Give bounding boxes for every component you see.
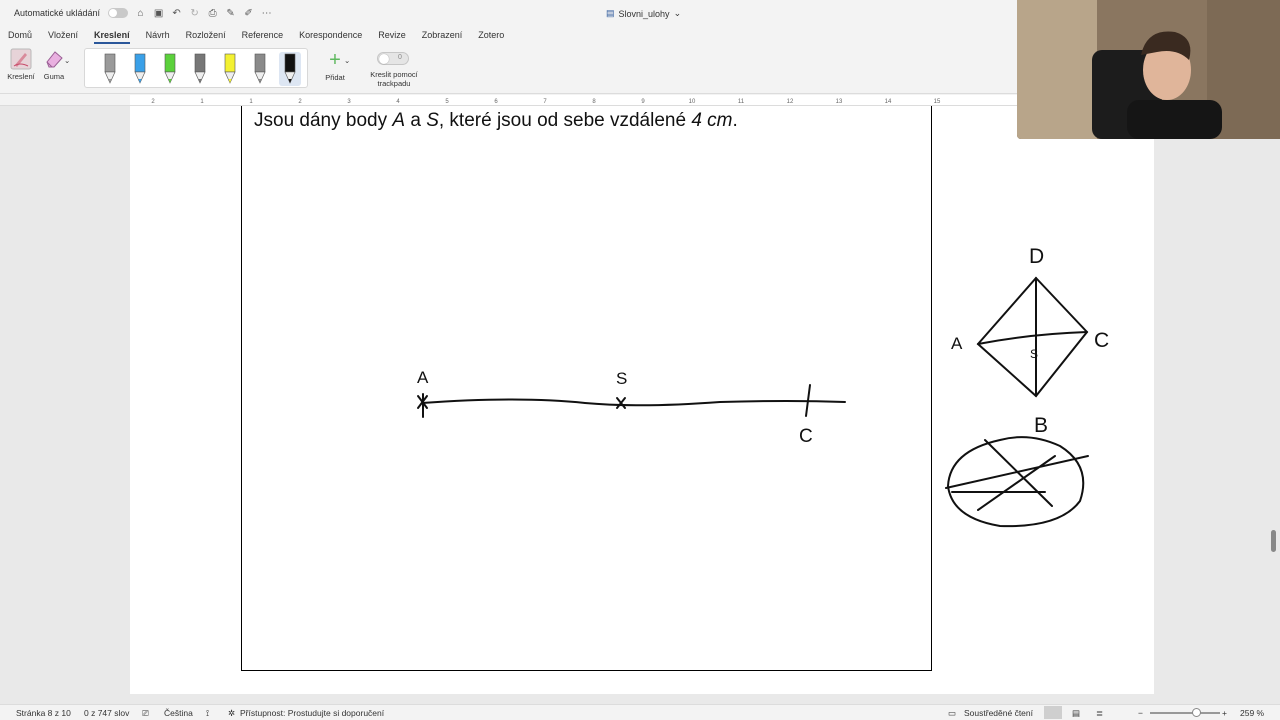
document-title-text: Slovni_ulohy: [618, 8, 670, 19]
document-title[interactable]: ▤ Slovni_ulohy ⌄: [606, 8, 681, 19]
home-icon[interactable]: ⌂: [135, 8, 146, 19]
page-count[interactable]: Stránka 8 z 10: [16, 708, 71, 718]
vertical-scrollbar[interactable]: [1271, 530, 1276, 552]
print-icon[interactable]: ⎙: [207, 8, 218, 19]
chevron-down-icon: ⌄: [673, 8, 682, 18]
ruler-number: 11: [738, 99, 745, 105]
tab-korespondence[interactable]: Korespondence: [299, 30, 362, 40]
focus-mode[interactable]: Soustředěné čtení: [964, 708, 1033, 718]
tab-rozlozeni[interactable]: Rozložení: [186, 30, 226, 40]
trackpad-toggle-value: 0: [398, 54, 402, 61]
task-text-prefix: Jsou dány body: [254, 110, 393, 131]
pen-draw-icon: [10, 48, 32, 70]
print-layout-icon[interactable]: [1044, 706, 1062, 719]
draw-tool-label: Kreslení: [7, 72, 35, 81]
add-pen-label: Přidat: [325, 73, 345, 82]
draw-icon[interactable]: ✎: [225, 8, 236, 19]
tab-domu[interactable]: Domů: [8, 30, 32, 40]
status-bar: Stránka 8 z 10 0 z 747 slov ⎚ Čeština ⟟ …: [0, 704, 1280, 720]
pen-tray: [84, 48, 308, 88]
task-point-s: S: [426, 110, 439, 131]
webcam-person-image: [1017, 0, 1280, 139]
trackpad-label-line2: trackpadu: [377, 79, 411, 88]
task-text-and: a: [405, 110, 427, 131]
task-text-end: .: [732, 110, 738, 131]
accessibility-icon[interactable]: ⟟: [206, 708, 209, 719]
pencil-dark-icon[interactable]: [249, 52, 271, 86]
highlighter-yellow-icon[interactable]: [219, 52, 241, 86]
trackpad-label-line1: Kreslit pomocí: [370, 70, 418, 79]
tab-zotero[interactable]: Zotero: [478, 30, 504, 40]
zoom-level[interactable]: 259 %: [1240, 708, 1264, 718]
pencil-gray-icon[interactable]: [189, 52, 211, 86]
task-point-a: A: [392, 110, 406, 131]
task-text: Jsou dány body A a S, které jsou od sebe…: [254, 110, 738, 132]
edit-icon[interactable]: ✐: [243, 8, 254, 19]
task-text-distance: , které jsou od sebe vzdálené: [438, 110, 692, 131]
autosave-toggle[interactable]: [108, 8, 129, 18]
ruler-number: 10: [689, 99, 696, 105]
undo-icon[interactable]: ↶: [171, 8, 182, 19]
outline-icon[interactable]: ≣: [1096, 708, 1103, 719]
word-count[interactable]: 0 z 747 slov: [84, 708, 129, 718]
zoom-out-icon[interactable]: −: [1138, 708, 1143, 718]
trackpad-draw-label: Kreslit pomocí trackpadu: [364, 70, 424, 88]
ruler-number: 13: [836, 99, 843, 105]
more-icon[interactable]: ⋯: [261, 8, 272, 19]
zoom-slider[interactable]: [1150, 712, 1220, 714]
accessibility-status[interactable]: Přístupnost: Prostudujte si doporučení: [240, 708, 384, 718]
trackpad-draw-toggle[interactable]: 0: [377, 52, 409, 65]
document-page[interactable]: Jsou dány body A a S, které jsou od sebe…: [130, 106, 1154, 694]
language[interactable]: Čeština: [164, 708, 193, 718]
zoom-slider-thumb[interactable]: [1192, 708, 1201, 717]
pen-blue-icon[interactable]: [129, 52, 151, 86]
add-dropdown-icon[interactable]: ⌄: [344, 56, 350, 65]
tab-reference[interactable]: Reference: [242, 30, 284, 40]
pen-black-icon[interactable]: [279, 52, 301, 86]
web-layout-icon[interactable]: ▤: [1072, 708, 1080, 719]
document-canvas: Jsou dány body A a S, které jsou od sebe…: [0, 106, 1280, 704]
accessibility-icon-2: ✲: [228, 708, 236, 718]
add-pen-button[interactable]: + Přidat: [320, 50, 350, 82]
tab-vlozeni[interactable]: Vložení: [48, 30, 78, 40]
save-icon[interactable]: ▣: [153, 8, 164, 19]
draw-tool-button[interactable]: Kreslení: [6, 48, 36, 81]
task-distance-value: 4 cm: [691, 110, 733, 131]
tab-revize[interactable]: Revize: [378, 30, 406, 40]
tab-navrh[interactable]: Návrh: [146, 30, 170, 40]
webcam-overlay: [1017, 0, 1280, 139]
autosave-label: Automatické ukládání: [14, 8, 101, 18]
tab-zobrazeni[interactable]: Zobrazení: [422, 30, 463, 40]
redo-icon[interactable]: ↻: [189, 8, 200, 19]
document-icon: ▤: [606, 8, 615, 18]
eraser-label: Guma: [43, 72, 65, 81]
eraser-dropdown-icon[interactable]: ⌄: [64, 56, 70, 65]
zoom-in-icon[interactable]: +: [1222, 708, 1227, 718]
tab-kresleni[interactable]: Kreslení: [94, 30, 130, 44]
focus-icon[interactable]: ▭: [948, 708, 956, 719]
eraser-icon: [46, 51, 63, 68]
ruler-number: 14: [885, 99, 892, 105]
pen-gray-icon[interactable]: [99, 52, 121, 86]
pen-green-icon[interactable]: [159, 52, 181, 86]
ruler-number: 12: [787, 99, 794, 105]
ruler-number: 15: [934, 99, 941, 105]
proofing-icon[interactable]: ⎚: [142, 708, 149, 719]
task-frame: [241, 106, 932, 671]
